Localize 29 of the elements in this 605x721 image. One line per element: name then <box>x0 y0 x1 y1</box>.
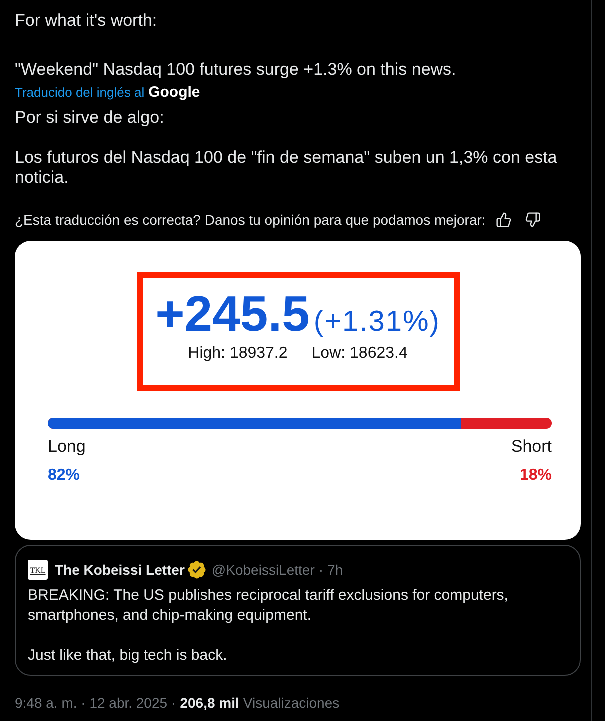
feedback-prompt: ¿Esta traducción es correcta? Danos tu opinión para que podamos mejorar: <box>15 211 486 230</box>
quoted-post-card[interactable]: TKL The Kobeissi Letter @KobeissiLetter · 7h BREAKING: The US publishes reciprocal tariff exclusions for computers, smartphones, and chip-making equipment. Just like that, big tech is back. <box>15 545 581 676</box>
thumbs-up-icon[interactable] <box>496 212 512 228</box>
separator-dot: · <box>318 561 324 580</box>
thumbs-down-icon[interactable] <box>524 212 541 228</box>
translation-provider: Google <box>148 85 200 101</box>
high-value: High: 18937.2 <box>188 344 288 364</box>
translated-text: Los futuros del Nasdaq 100 de "fin de semana" suben un 1,3% con esta noticia. <box>15 148 558 188</box>
quoted-post-text: Just like that, big tech is back. <box>28 646 228 666</box>
author-handle[interactable]: @KobeissiLetter <box>212 560 315 580</box>
translation-note-link[interactable]: Traducido del inglés al <box>15 85 145 101</box>
short-percent: 18% <box>520 466 552 486</box>
post-text: For what it's worth: <box>15 11 158 31</box>
quoted-post-text: BREAKING: The US publishes reciprocal tariff exclusions for computers, smartphones, and chip-making equipment. <box>28 586 510 626</box>
price-change: +245.5 <box>156 288 310 340</box>
percent-change: (+1.31%) <box>314 305 440 340</box>
author-avatar: TKL <box>28 560 48 580</box>
translated-text: Por si sirve de algo: <box>15 108 166 128</box>
low-value: Low: 18623.4 <box>312 344 408 364</box>
short-label: Short <box>511 437 552 457</box>
views-label: Visualizaciones <box>243 694 340 713</box>
long-label: Long <box>48 437 86 457</box>
long-percent: 82% <box>48 466 80 486</box>
post-time[interactable]: 7h <box>328 560 344 580</box>
author-name[interactable]: The Kobeissi Letter <box>55 560 185 580</box>
separator-dot: · <box>172 694 176 713</box>
post-text: "Weekend" Nasdaq 100 futures surge +1.3% on this news. <box>15 60 458 80</box>
post-timestamp[interactable]: 9:48 a. m. · 12 abr. 2025 <box>15 693 168 713</box>
view-count: 206,8 mil <box>180 694 240 713</box>
